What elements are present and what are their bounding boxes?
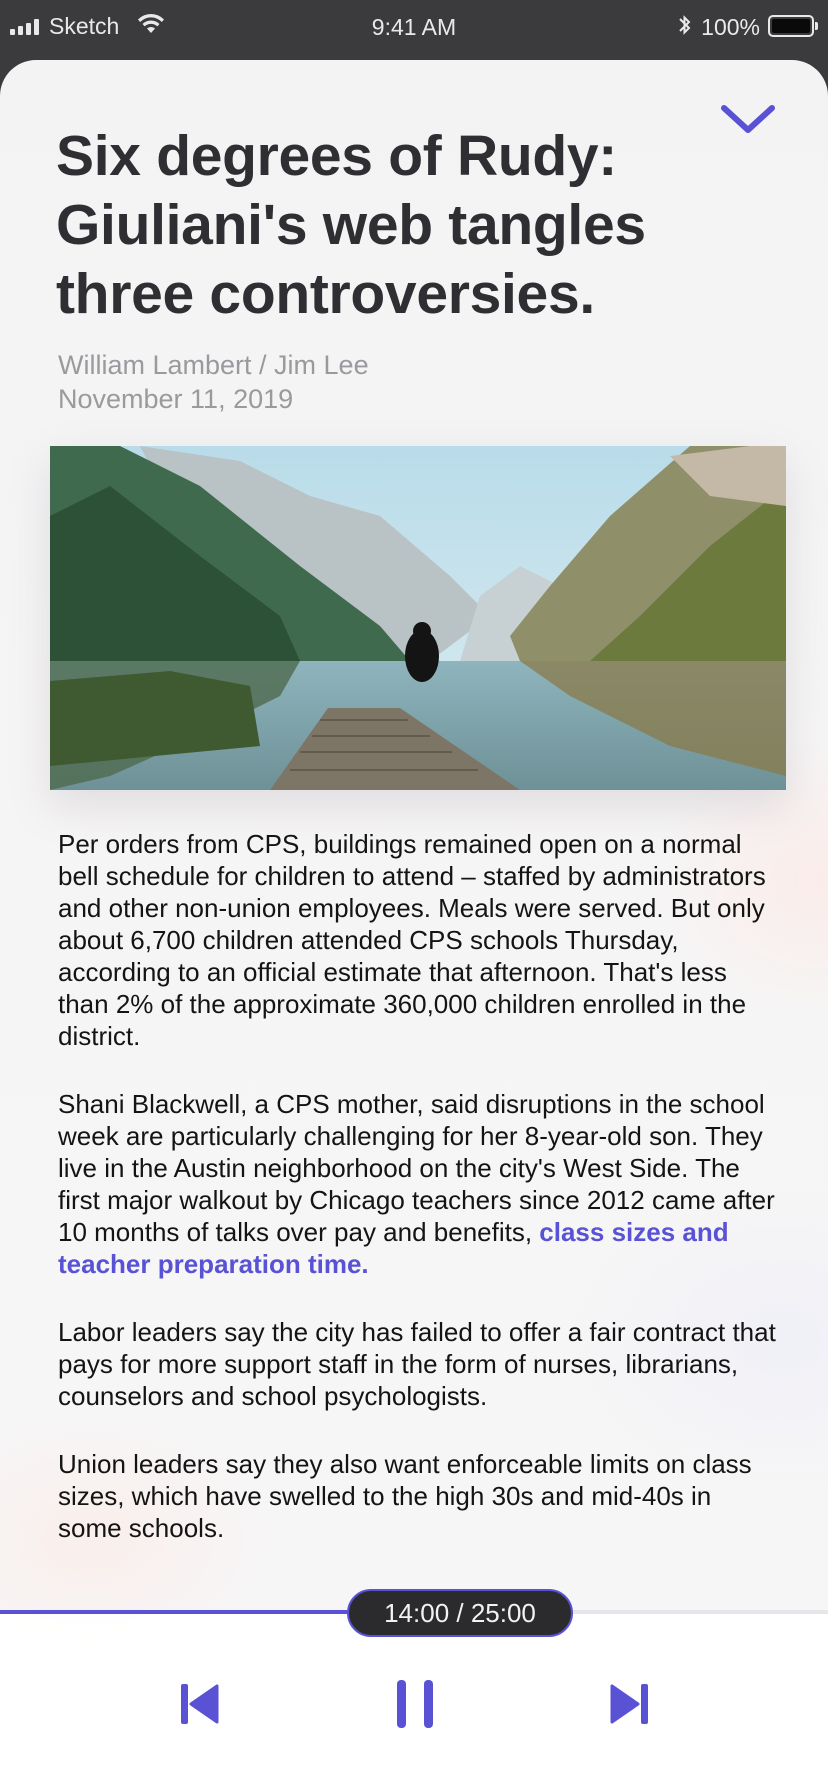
article-sheet[interactable]: Six degrees of Rudy: Giuliani's web tang… xyxy=(0,60,828,1792)
pause-icon xyxy=(397,1680,433,1728)
paragraph-3: Labor leaders say the city has failed to… xyxy=(58,1317,776,1411)
lake-landscape-image xyxy=(50,446,786,790)
battery-icon xyxy=(768,14,818,37)
paragraph-2: Shani Blackwell, a CPS mother, said disr… xyxy=(58,1088,780,1280)
battery-fill xyxy=(772,18,810,33)
next-button[interactable] xyxy=(602,1676,658,1732)
skip-previous-icon xyxy=(181,1684,219,1724)
article-authors: William Lambert / Jim Lee xyxy=(58,350,369,380)
bluetooth-icon xyxy=(679,14,691,35)
hero-image xyxy=(50,446,786,790)
skip-next-icon xyxy=(610,1684,648,1724)
paragraph-4: Union leaders say they also want enforce… xyxy=(58,1449,752,1543)
paragraph-1: Per orders from CPS, buildings remained … xyxy=(58,829,766,1051)
article-body: Per orders from CPS, buildings remained … xyxy=(58,828,780,1580)
battery-percent: 100% xyxy=(701,14,760,40)
article-title: Six degrees of Rudy: Giuliani's web tang… xyxy=(56,124,646,326)
previous-button[interactable] xyxy=(171,1676,227,1732)
article-date: November 11, 2019 xyxy=(58,384,294,414)
status-right: 100% xyxy=(677,8,818,41)
time-indicator[interactable]: 14:00 / 25:00 xyxy=(347,1589,573,1637)
pause-button[interactable] xyxy=(387,1676,443,1732)
status-bar: Sketch 9:41 AM 100% xyxy=(0,0,828,56)
